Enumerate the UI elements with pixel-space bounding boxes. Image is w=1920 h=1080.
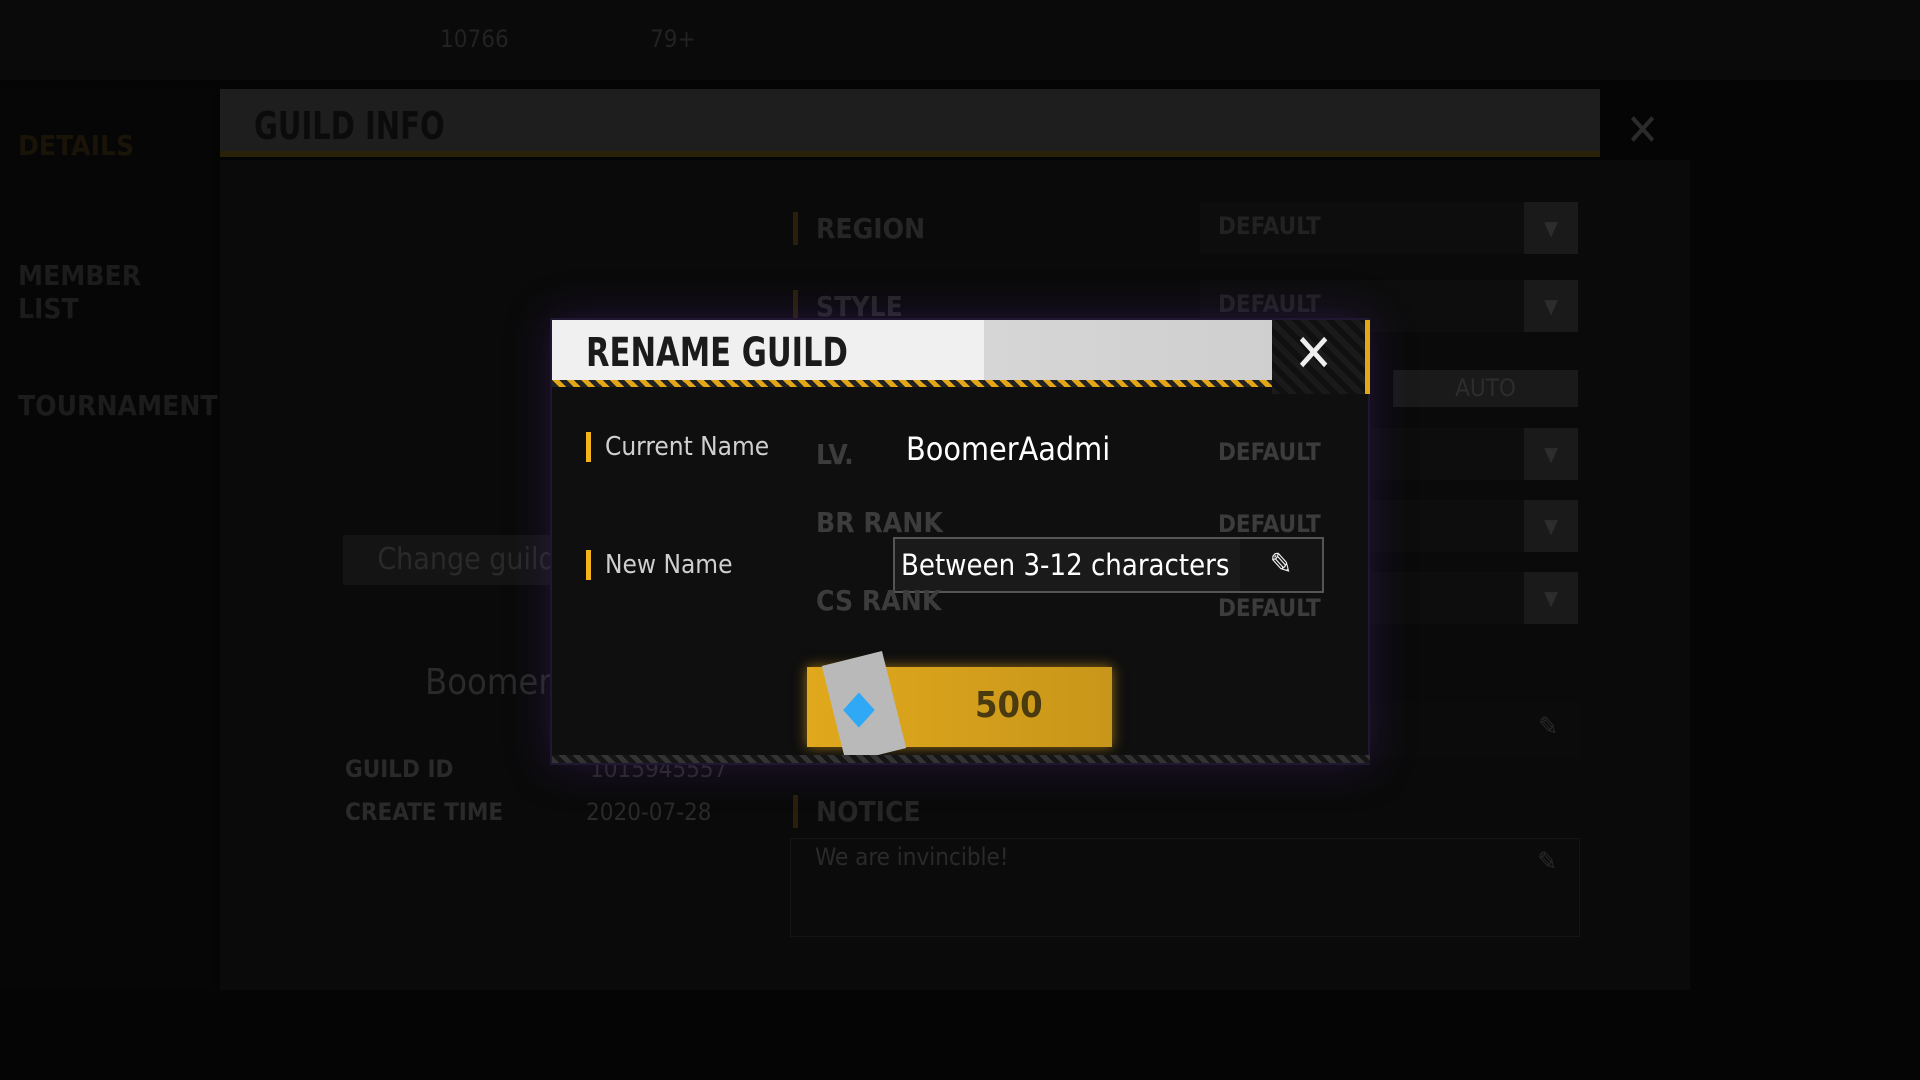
chevron-down-icon: ▼ <box>1524 202 1578 254</box>
price-label: 500 <box>975 685 1043 726</box>
close-icon[interactable]: ✕ <box>1294 328 1333 380</box>
notice-label: NOTICE <box>793 795 921 828</box>
confirm-rename-button[interactable]: ◆ 500 <box>807 650 1112 764</box>
chevron-down-icon: ▼ <box>1524 500 1578 552</box>
nav-details[interactable]: DETAILS <box>18 129 134 162</box>
region-label: REGION <box>793 212 925 245</box>
chevron-down-icon: ▼ <box>1524 572 1578 624</box>
style-value: DEFAULT <box>1218 290 1321 318</box>
side-nav: DETAILS MEMBER LIST TOURNAMENT <box>0 89 218 989</box>
create-time-label: CREATE TIME <box>345 798 504 826</box>
new-name-label: New Name <box>586 550 732 580</box>
chevron-down-icon: ▼ <box>1524 428 1578 480</box>
edit-icon[interactable]: ✎ <box>1538 712 1558 742</box>
guild-info-close-button[interactable]: ✕ <box>1626 105 1659 156</box>
stat-coins: 10766 <box>440 25 509 53</box>
edit-icon[interactable]: ✎ <box>1240 539 1322 591</box>
stat-level: 79+ <box>650 25 696 53</box>
notice-field[interactable]: We are invincible! ✎ <box>790 838 1580 937</box>
dialog-header: RENAME GUILD <box>552 320 1272 387</box>
chevron-down-icon: ▼ <box>1524 280 1578 332</box>
nav-member-list[interactable]: MEMBER LIST <box>18 259 210 325</box>
new-name-field[interactable]: ✎ <box>893 537 1324 593</box>
region-dropdown[interactable]: DEFAULT ▼ <box>1200 202 1578 254</box>
dialog-title: RENAME GUILD <box>586 330 848 376</box>
auto-button[interactable]: AUTO <box>1393 370 1578 407</box>
notice-text: We are invincible! <box>815 843 1009 871</box>
diamond-icon: ◆ <box>843 679 875 733</box>
nav-tournament[interactable]: TOURNAMENT <box>18 389 218 422</box>
top-bar: 10766 79+ <box>0 0 1920 80</box>
current-name-label: Current Name <box>586 432 769 462</box>
region-value: DEFAULT <box>1218 212 1321 240</box>
dialog-close-area: ✕ <box>1272 320 1370 394</box>
guild-id-label: GUILD ID <box>345 755 454 783</box>
guild-info-title: GUILD INFO <box>254 104 445 148</box>
edit-icon[interactable]: ✎ <box>1537 847 1557 877</box>
rename-guild-dialog: RENAME GUILD ✕ Current Name BoomerAadmi … <box>550 318 1370 765</box>
current-name-value: BoomerAadmi <box>906 430 1111 468</box>
create-time: 2020-07-28 <box>586 798 712 826</box>
dialog-footer-stripe <box>552 755 1370 763</box>
new-name-input[interactable] <box>895 548 1240 582</box>
